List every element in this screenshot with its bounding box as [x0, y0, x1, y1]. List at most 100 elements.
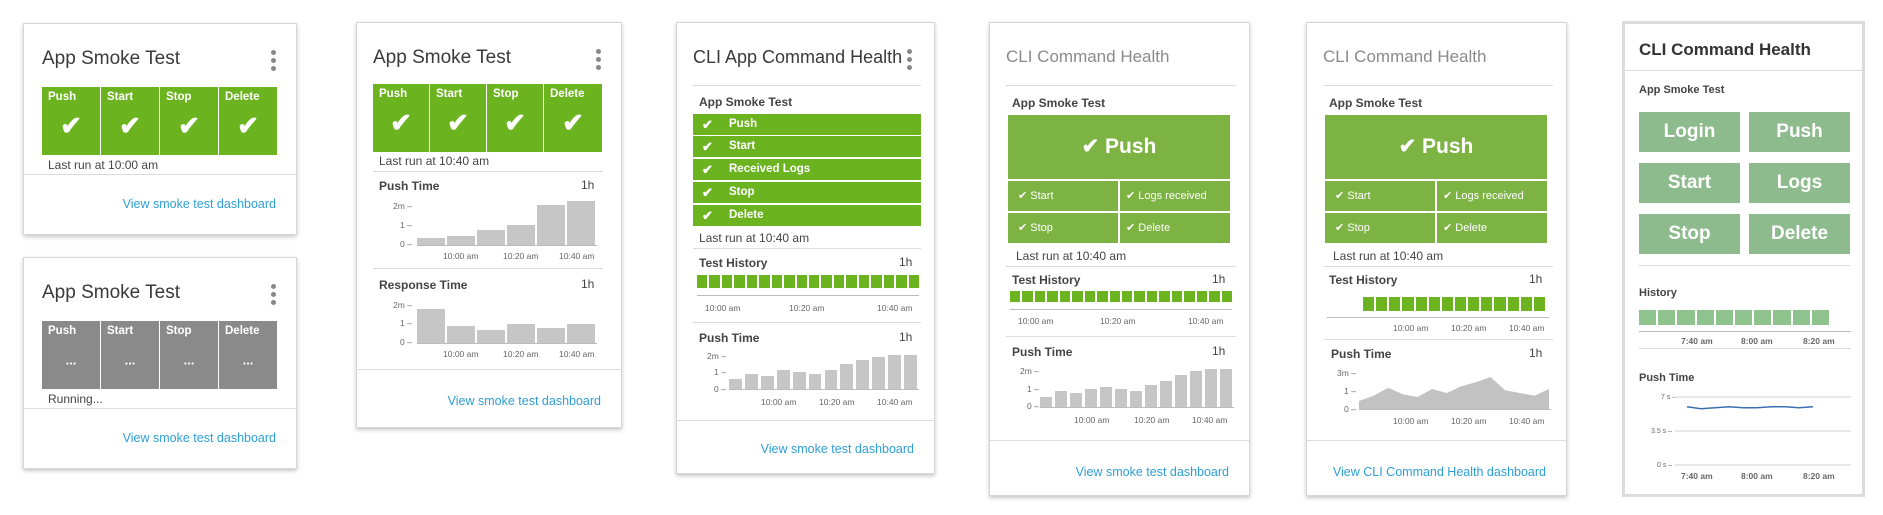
- more-options-icon[interactable]: [271, 50, 277, 74]
- x-tick: 10:20 am: [1451, 323, 1487, 333]
- push-time-label: Push Time: [1331, 347, 1392, 361]
- stop-button[interactable]: Stop: [1639, 214, 1740, 254]
- test-history-label: Test History: [1012, 273, 1081, 287]
- y-tick: 1 –: [714, 367, 726, 377]
- check-icon: ✔: [447, 107, 469, 138]
- check-icon: ✔: [702, 162, 713, 177]
- x-tick: 10:20 am: [1100, 316, 1136, 326]
- row-start: ✔ Start: [693, 136, 921, 157]
- chart-bar: [1160, 381, 1172, 407]
- x-tick: 10:20 am: [819, 397, 855, 407]
- running-status: Running...: [48, 392, 103, 406]
- tile-stop: Stop...: [160, 321, 218, 389]
- section-label: App Smoke Test: [1012, 96, 1106, 110]
- history-cell: [1084, 291, 1096, 302]
- chart-bar: [537, 328, 565, 343]
- range-label: 1h: [899, 255, 913, 269]
- check-icon: ✔: [60, 110, 82, 141]
- push-main-tile: ✔ Push: [1008, 115, 1230, 179]
- y-tick: 2m –: [393, 201, 412, 211]
- history-cell: [858, 275, 870, 288]
- push-time-chart: [1359, 369, 1549, 409]
- delete-button[interactable]: Delete: [1749, 214, 1850, 254]
- chart-bar: [1115, 389, 1127, 407]
- history-cell: [697, 275, 708, 288]
- history-cell: [1376, 297, 1388, 311]
- history-cell: [846, 275, 857, 288]
- check-icon: ✔: [390, 107, 412, 138]
- last-run-text: Last run at 10:40 am: [1016, 249, 1127, 263]
- view-dashboard-link[interactable]: View smoke test dashboard: [761, 442, 914, 456]
- chart-bar: [888, 355, 902, 389]
- tile-start: Start ✔: [101, 87, 159, 155]
- history-cell: [1196, 291, 1208, 302]
- tile-push: Push...: [42, 321, 100, 389]
- history-cell: [1754, 310, 1772, 325]
- card-app-smoke-test-charts: App Smoke Test Push ✔ Start ✔ Stop ✔ Delete…: [356, 22, 622, 428]
- push-button[interactable]: Push: [1749, 112, 1850, 152]
- x-tick: 8:00 am: [1741, 336, 1773, 346]
- y-tick: 3m –: [1337, 368, 1356, 378]
- last-run-text: Last run at 10:40 am: [379, 154, 490, 168]
- y-tick: 0 s –: [1657, 462, 1673, 469]
- history-cell: [721, 275, 733, 288]
- cell-logs-received: ✔ Logs received: [1437, 181, 1547, 211]
- row-received-logs: ✔ Received Logs: [693, 159, 921, 180]
- tile-push: Push ✔: [373, 84, 429, 152]
- push-time-chart: [417, 201, 595, 245]
- more-options-icon[interactable]: [907, 49, 913, 73]
- history-cell: [821, 275, 832, 288]
- history-cell: [1428, 297, 1440, 311]
- card-title: App Smoke Test: [42, 282, 181, 303]
- view-dashboard-link[interactable]: View CLI Command Health dashboard: [1333, 465, 1546, 479]
- check-icon: ✔: [504, 107, 526, 138]
- view-dashboard-link[interactable]: View smoke test dashboard: [123, 197, 276, 211]
- chart-bar: [744, 374, 758, 389]
- history-cell: [1455, 297, 1467, 311]
- more-options-icon[interactable]: [596, 49, 602, 73]
- y-tick: 2m –: [1020, 366, 1039, 376]
- start-button[interactable]: Start: [1639, 163, 1740, 203]
- more-options-icon[interactable]: [271, 284, 277, 308]
- chart-bar: [792, 372, 806, 389]
- history-cell: [1773, 310, 1791, 325]
- y-tick: 2m –: [707, 351, 726, 361]
- card-cli-command-health-c: CLI Command Health App Smoke Test Login …: [1622, 21, 1865, 497]
- history-strip: [1639, 310, 1829, 325]
- push-time-line: [1686, 405, 1814, 410]
- tile-delete: Delete ✔: [219, 87, 277, 155]
- last-run-text: Last run at 10:00 am: [48, 158, 159, 172]
- y-tick: 1 –: [1027, 384, 1039, 394]
- x-tick: 10:40 am: [559, 349, 595, 359]
- view-dashboard-link[interactable]: View smoke test dashboard: [1076, 465, 1229, 479]
- tile-start: Start ✔: [430, 84, 486, 152]
- push-time-label: Push Time: [699, 331, 760, 345]
- test-history-strip: [697, 275, 919, 288]
- card-title: App Smoke Test: [42, 48, 181, 69]
- history-cell: [833, 275, 845, 288]
- history-cell: [1221, 291, 1232, 302]
- y-tick: 1 –: [400, 220, 412, 230]
- view-dashboard-link[interactable]: View smoke test dashboard: [123, 431, 276, 445]
- check-icon: ✔: [702, 139, 713, 154]
- tile-stop: Stop ✔: [487, 84, 543, 152]
- login-button[interactable]: Login: [1639, 112, 1740, 152]
- chart-bar: [537, 205, 565, 245]
- logs-button[interactable]: Logs: [1749, 163, 1850, 203]
- history-cell: [883, 275, 895, 288]
- history-cell: [1134, 291, 1145, 302]
- x-tick: 10:00 am: [761, 397, 797, 407]
- history-cell: [1415, 297, 1427, 311]
- view-dashboard-link[interactable]: View smoke test dashboard: [448, 394, 601, 408]
- row-push: ✔ Push: [693, 114, 921, 135]
- history-cell: [1363, 297, 1375, 311]
- chart-bar: [808, 374, 822, 389]
- history-cell: [759, 275, 770, 288]
- history-cell: [1811, 310, 1829, 325]
- history-cell: [1792, 310, 1810, 325]
- x-tick: 10:20 am: [789, 303, 825, 313]
- history-cell: [1696, 310, 1714, 325]
- history-cell: [1481, 297, 1493, 311]
- x-tick: 8:20 am: [1803, 471, 1835, 481]
- push-time-chart: [1040, 367, 1232, 407]
